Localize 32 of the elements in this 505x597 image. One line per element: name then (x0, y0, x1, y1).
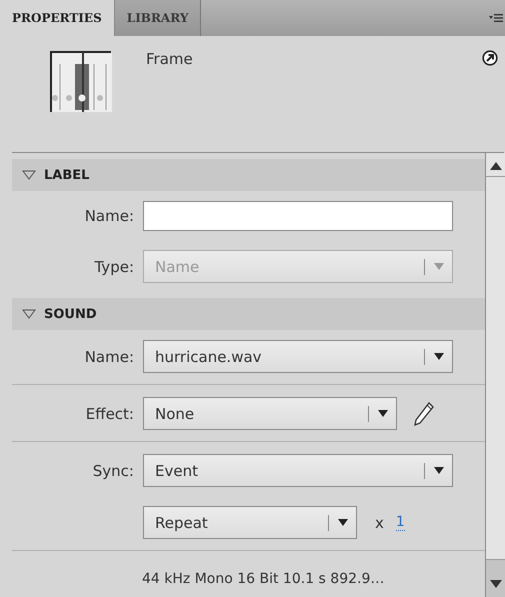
triangle-icon (22, 309, 36, 319)
sound-info: 44 kHz Mono 16 Bit 10.1 s 892.9… (142, 571, 384, 587)
caret-icon (434, 353, 444, 360)
dropdown[interactable]: Repeat (143, 506, 357, 539)
panel-menu-icon[interactable] (489, 13, 503, 23)
scrollbar[interactable] (485, 153, 505, 597)
frame-icon (48, 48, 114, 114)
panel-tab[interactable]: LIBRARY (114, 0, 202, 36)
caret-icon (434, 263, 444, 270)
name-input-field[interactable] (143, 201, 453, 231)
dropdown[interactable]: Event (143, 454, 453, 487)
arrow-circle-icon[interactable] (482, 50, 498, 66)
repeat-count-link[interactable]: 1 (396, 514, 405, 530)
field-label: Name: (84, 207, 135, 225)
caret-icon (338, 519, 348, 526)
field-label: Effect: (84, 404, 135, 422)
caret-icon (378, 410, 388, 417)
field-label: Type: (93, 258, 135, 276)
field-label: Sync: (92, 462, 135, 480)
panel-tab[interactable]: PROPERTIES (0, 0, 115, 36)
pencil-icon[interactable] (413, 400, 435, 426)
scroll-up-icon[interactable] (490, 162, 502, 170)
section-header[interactable]: SOUND (12, 298, 485, 330)
dropdown[interactable]: hurricane.wav (143, 340, 453, 373)
times-label: x (375, 514, 384, 532)
frame-title: Frame (146, 50, 193, 68)
field-label: Name: (84, 348, 135, 366)
triangle-icon (22, 170, 36, 180)
dropdown[interactable]: None (143, 397, 397, 430)
section-header[interactable]: LABEL (12, 159, 485, 191)
scroll-down-icon[interactable] (490, 580, 502, 588)
caret-icon (434, 467, 444, 474)
